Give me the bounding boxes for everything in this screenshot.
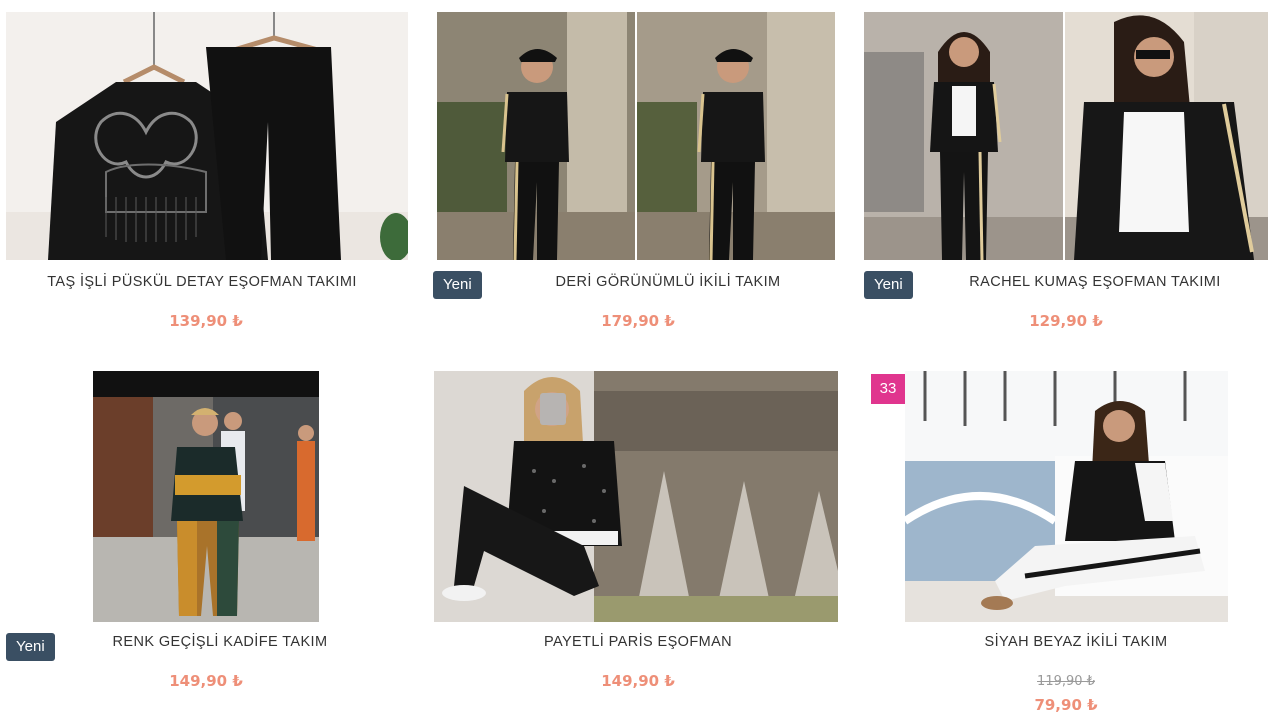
discount-badge: 33: [871, 374, 905, 404]
product-image[interactable]: [437, 12, 835, 260]
old-price: 119,90 ₺: [1037, 674, 1095, 689]
product-title[interactable]: SİYAH BEYAZ İKİLİ TAKIM: [856, 634, 1280, 650]
product-price: 179,90 ₺: [601, 312, 675, 330]
product-card[interactable]: Yeni RACHEL KUMAŞ EŞOFMAN TAKIMI 129,90 …: [856, 0, 1276, 350]
product-image[interactable]: [93, 371, 319, 622]
product-title[interactable]: DERİ GÖRÜNÜMLÜ İKİLİ TAKIM: [468, 274, 868, 290]
product-price: 149,90 ₺: [601, 672, 675, 690]
product-card[interactable]: Yeni RENK GEÇİŞLİ KADİFE TAKIM 149,90 ₺: [0, 360, 420, 720]
product-card[interactable]: 33 SİYAH BEYAZ İKİLİ TAKIM 119,90 ₺ 79,9…: [856, 360, 1276, 720]
product-card[interactable]: Yeni DERİ GÖRÜNÜMLÜ İKİLİ TAKIM 179,90 ₺: [428, 0, 848, 350]
new-badge: Yeni: [864, 271, 913, 299]
product-title[interactable]: TAŞ İŞLİ PÜSKÜL DETAY EŞOFMAN TAKIMI: [4, 274, 400, 290]
product-image[interactable]: [434, 371, 838, 622]
product-card[interactable]: TAŞ İŞLİ PÜSKÜL DETAY EŞOFMAN TAKIMI 139…: [0, 0, 420, 350]
product-price: 149,90 ₺: [169, 672, 243, 690]
product-title[interactable]: RENK GEÇİŞLİ KADİFE TAKIM: [22, 634, 418, 650]
product-title[interactable]: RACHEL KUMAŞ EŞOFMAN TAKIMI: [910, 274, 1280, 290]
product-price: 139,90 ₺: [169, 312, 243, 330]
product-price: 129,90 ₺: [1029, 312, 1103, 330]
product-image[interactable]: [905, 371, 1228, 622]
product-card[interactable]: PAYETLİ PARİS EŞOFMAN 149,90 ₺: [428, 360, 848, 720]
product-title[interactable]: PAYETLİ PARİS EŞOFMAN: [428, 634, 848, 650]
product-image[interactable]: [6, 12, 408, 260]
product-price: 79,90 ₺: [1034, 696, 1098, 714]
product-image[interactable]: [864, 12, 1268, 260]
